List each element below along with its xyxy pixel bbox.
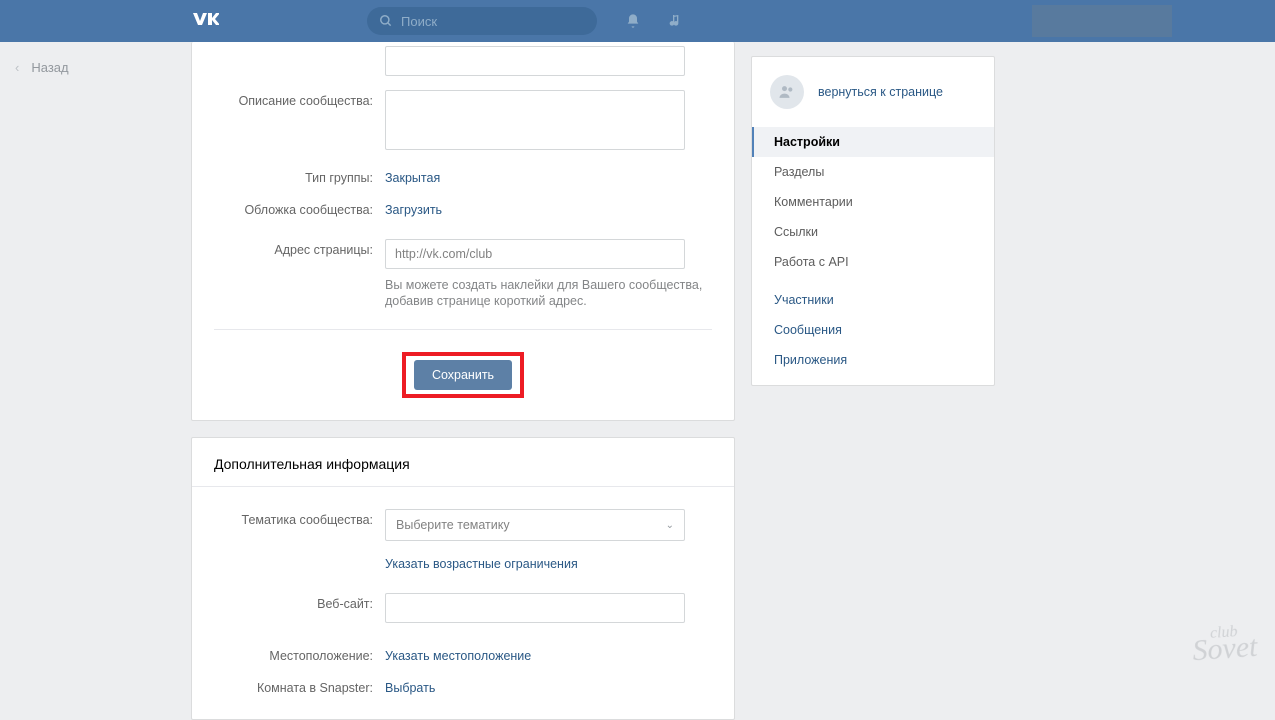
age-restrictions-link[interactable]: Указать возрастные ограничения	[385, 553, 578, 571]
type-label: Тип группы:	[214, 167, 385, 185]
right-panel: вернуться к странице Настройки Разделы К…	[751, 56, 995, 386]
chevron-left-icon: ‹	[15, 60, 19, 75]
description-label: Описание сообщества:	[214, 90, 385, 108]
tab-links[interactable]: Ссылки	[752, 217, 994, 247]
tab-sections[interactable]: Разделы	[752, 157, 994, 187]
bell-icon[interactable]	[625, 13, 641, 29]
return-to-page[interactable]: вернуться к странице	[752, 57, 994, 127]
music-icon[interactable]	[669, 13, 685, 29]
tab-api[interactable]: Работа с API	[752, 247, 994, 277]
snapster-label: Комната в Snapster:	[214, 677, 385, 695]
location-link[interactable]: Указать местоположение	[385, 645, 531, 663]
search-input[interactable]	[401, 14, 585, 29]
back-label: Назад	[31, 60, 68, 75]
address-input[interactable]	[385, 239, 685, 269]
link-members[interactable]: Участники	[752, 285, 994, 315]
subject-placeholder: Выберите тематику	[396, 518, 510, 532]
location-label: Местоположение:	[214, 645, 385, 663]
type-value[interactable]: Закрытая	[385, 167, 440, 185]
extra-info-panel: Дополнительная информация Тематика сообщ…	[191, 437, 735, 720]
address-label: Адрес страницы:	[214, 239, 385, 257]
cover-label: Обложка сообщества:	[214, 199, 385, 217]
header	[0, 0, 1275, 42]
save-button[interactable]: Сохранить	[414, 360, 512, 390]
extra-title: Дополнительная информация	[214, 438, 712, 486]
website-input[interactable]	[385, 593, 685, 623]
tab-settings[interactable]: Настройки	[752, 127, 994, 157]
chevron-down-icon: ⌄	[666, 520, 674, 531]
description-textarea[interactable]	[385, 90, 685, 150]
vk-logo[interactable]	[191, 13, 219, 29]
tab-comments[interactable]: Комментарии	[752, 187, 994, 217]
website-label: Веб-сайт:	[214, 593, 385, 611]
address-hint: Вы можете создать наклейки для Вашего со…	[385, 277, 712, 309]
link-messages[interactable]: Сообщения	[752, 315, 994, 345]
name-input[interactable]	[385, 46, 685, 76]
user-menu[interactable]	[1032, 5, 1172, 37]
search-icon	[379, 14, 393, 28]
link-apps[interactable]: Приложения	[752, 345, 994, 375]
hidden-label	[214, 46, 385, 50]
avatar-placeholder-icon	[770, 75, 804, 109]
settings-panel: Описание сообщества: Тип группы: Закрыта…	[191, 42, 735, 421]
search-box[interactable]	[367, 7, 597, 35]
return-label: вернуться к странице	[818, 85, 943, 99]
snapster-link[interactable]: Выбрать	[385, 677, 435, 695]
save-highlight: Сохранить	[402, 352, 524, 398]
subject-label: Тематика сообщества:	[214, 509, 385, 527]
back-button[interactable]: ‹ Назад	[15, 60, 69, 75]
cover-upload-link[interactable]: Загрузить	[385, 199, 442, 217]
subject-select[interactable]: Выберите тематику ⌄	[385, 509, 685, 541]
